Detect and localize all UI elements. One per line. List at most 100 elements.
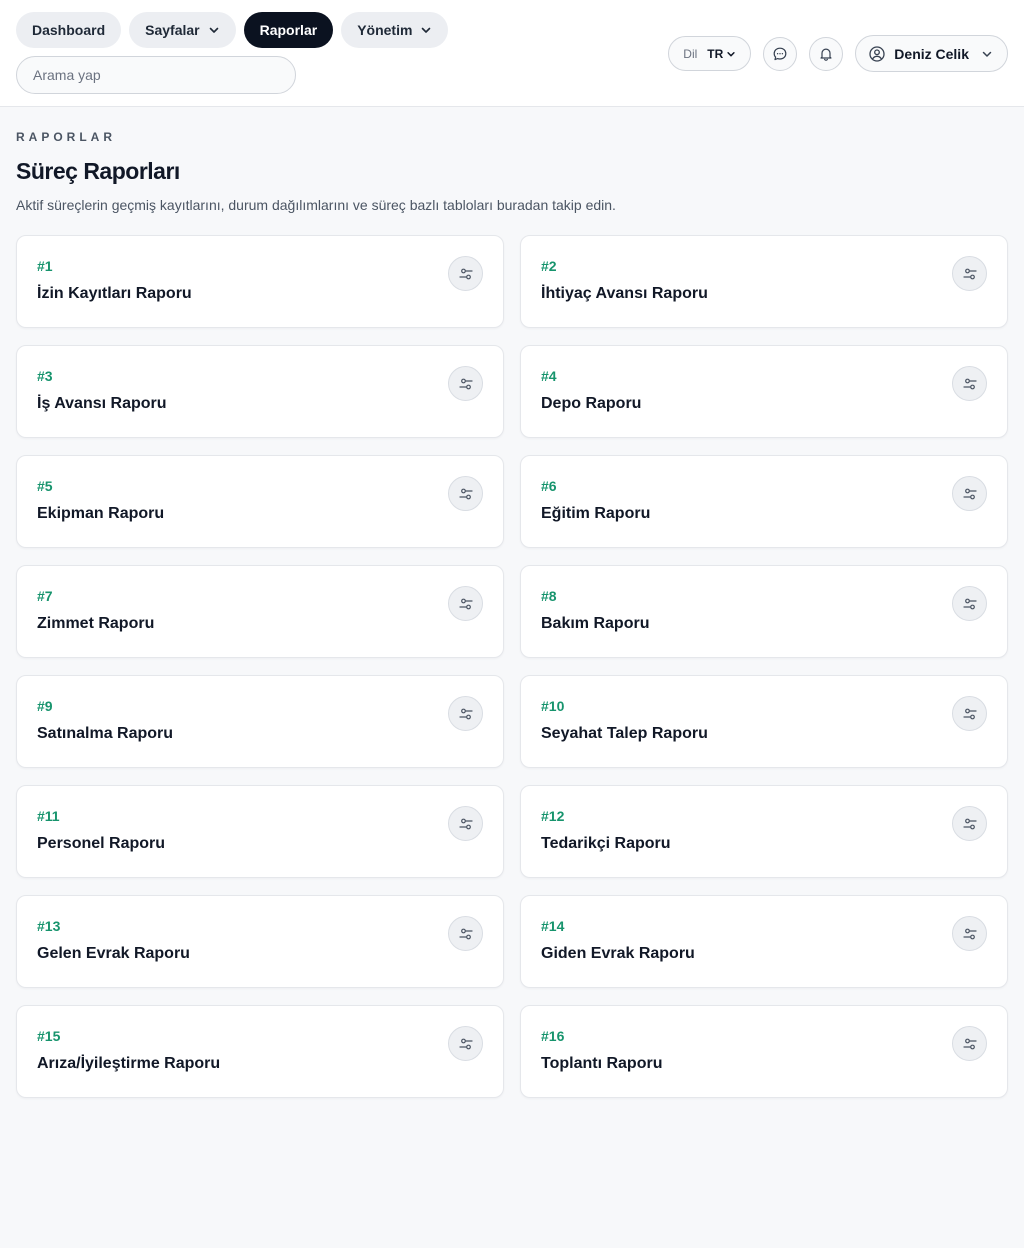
report-card[interactable]: #8 Bakım Raporu: [520, 565, 1008, 658]
report-number: #16: [541, 1028, 565, 1044]
chevron-down-icon: [982, 51, 992, 57]
sliders-icon: [962, 708, 977, 719]
report-settings-button[interactable]: [448, 256, 483, 291]
chevron-down-icon: [422, 27, 431, 33]
report-title: Gelen Evrak Raporu: [37, 945, 190, 962]
report-title: Giden Evrak Raporu: [541, 945, 695, 962]
report-number: #15: [37, 1028, 61, 1044]
user-name: Deniz Celik: [894, 45, 969, 62]
report-settings-button[interactable]: [448, 476, 483, 511]
report-settings-button[interactable]: [952, 476, 987, 511]
sliders-icon: [962, 1038, 977, 1049]
report-number: #11: [37, 808, 60, 824]
report-number: #1: [37, 258, 53, 274]
report-title: Ekipman Raporu: [37, 505, 165, 522]
report-number: #4: [541, 368, 557, 384]
nav-dashboard-label: Dashboard: [32, 22, 106, 38]
sliders-icon: [458, 928, 473, 939]
sliders-icon: [458, 488, 473, 499]
report-card[interactable]: #9 Satınalma Raporu: [16, 675, 504, 768]
report-card[interactable]: #6 Eğitim Raporu: [520, 455, 1008, 548]
report-settings-button[interactable]: [952, 366, 987, 401]
report-number: #9: [37, 698, 53, 714]
sliders-icon: [458, 268, 473, 279]
report-settings-button[interactable]: [952, 256, 987, 291]
report-number: #10: [541, 698, 565, 714]
report-title: Arıza/İyileştirme Raporu: [37, 1055, 221, 1072]
report-number: #13: [37, 918, 61, 934]
sliders-icon: [458, 378, 473, 389]
report-settings-button[interactable]: [952, 586, 987, 621]
report-settings-button[interactable]: [448, 1026, 483, 1061]
user-circle-icon: [869, 45, 885, 62]
report-number: #12: [541, 808, 565, 824]
report-card[interactable]: #10 Seyahat Talep Raporu: [520, 675, 1008, 768]
header-tools: Dil TR Deniz Celik: [668, 35, 1008, 72]
report-card[interactable]: #2 İhtiyaç Avansı Raporu: [520, 235, 1008, 328]
report-title: İş Avansı Raporu: [37, 395, 167, 412]
report-number: #8: [541, 588, 557, 604]
report-card[interactable]: #3 İş Avansı Raporu: [16, 345, 504, 438]
nav-sayfalar[interactable]: Sayfalar: [129, 12, 236, 48]
report-title: Satınalma Raporu: [37, 725, 174, 742]
page-title: Süreç Raporları: [16, 158, 180, 184]
report-title: Seyahat Talep Raporu: [541, 725, 708, 742]
report-card[interactable]: #12 Tedarikçi Raporu: [520, 785, 1008, 878]
report-card[interactable]: #4 Depo Raporu: [520, 345, 1008, 438]
report-title: Zimmet Raporu: [37, 615, 155, 632]
report-number: #2: [541, 258, 557, 274]
report-number: #7: [37, 588, 53, 604]
report-settings-button[interactable]: [952, 806, 987, 841]
report-card[interactable]: #14 Giden Evrak Raporu: [520, 895, 1008, 988]
report-settings-button[interactable]: [952, 1026, 987, 1061]
messages-button[interactable]: [763, 36, 798, 71]
chat-bubble-icon: [773, 47, 787, 60]
section-eyebrow: RAPORLAR: [16, 130, 116, 144]
report-card[interactable]: #15 Arıza/İyileştirme Raporu: [16, 1005, 504, 1098]
page-subtitle: Aktif süreçlerin geçmiş kayıtlarını, dur…: [16, 197, 616, 213]
report-card[interactable]: #1 İzin Kayıtları Raporu: [16, 235, 504, 328]
report-grid: #1 İzin Kayıtları Raporu #2 İhtiyaç Avansı …: [16, 235, 1008, 1098]
sliders-icon: [962, 378, 977, 389]
nav-dashboard[interactable]: Dashboard: [16, 12, 122, 48]
report-settings-button[interactable]: [448, 916, 483, 951]
report-number: #6: [541, 478, 557, 494]
language-label: Dil: [683, 46, 698, 61]
report-card[interactable]: #7 Zimmet Raporu: [16, 565, 504, 658]
sliders-icon: [962, 488, 977, 499]
report-title: Bakım Raporu: [541, 615, 650, 632]
nav-raporlar[interactable]: Raporlar: [243, 12, 334, 48]
nav-yonetim-label: Yönetim: [357, 22, 413, 38]
nav-raporlar-label: Raporlar: [259, 22, 318, 38]
bell-icon: [820, 48, 832, 61]
report-card[interactable]: #11 Personel Raporu: [16, 785, 504, 878]
report-number: #14: [541, 918, 565, 934]
report-card[interactable]: #13 Gelen Evrak Raporu: [16, 895, 504, 988]
report-number: #5: [37, 478, 53, 494]
sliders-icon: [458, 708, 473, 719]
search-input[interactable]: [16, 56, 296, 94]
report-settings-button[interactable]: [952, 916, 987, 951]
sliders-icon: [962, 598, 977, 609]
main-nav: Dashboard Sayfalar Raporlar Yönetim: [16, 12, 449, 48]
report-card[interactable]: #16 Toplantı Raporu: [520, 1005, 1008, 1098]
notifications-button[interactable]: [809, 36, 844, 71]
report-settings-button[interactable]: [448, 806, 483, 841]
sliders-icon: [962, 928, 977, 939]
report-title: Eğitim Raporu: [541, 505, 651, 522]
report-settings-button[interactable]: [448, 696, 483, 731]
sliders-icon: [962, 268, 977, 279]
sliders-icon: [962, 818, 977, 829]
report-title: Toplantı Raporu: [541, 1055, 663, 1072]
chevron-down-icon: [727, 51, 735, 56]
sliders-icon: [458, 818, 473, 829]
report-title: Depo Raporu: [541, 395, 642, 412]
report-settings-button[interactable]: [952, 696, 987, 731]
report-title: İhtiyaç Avansı Raporu: [541, 285, 708, 302]
language-selector[interactable]: Dil TR: [668, 36, 752, 71]
report-settings-button[interactable]: [448, 366, 483, 401]
user-menu[interactable]: Deniz Celik: [855, 35, 1008, 72]
report-card[interactable]: #5 Ekipman Raporu: [16, 455, 504, 548]
nav-yonetim[interactable]: Yönetim: [341, 12, 449, 48]
report-settings-button[interactable]: [448, 586, 483, 621]
